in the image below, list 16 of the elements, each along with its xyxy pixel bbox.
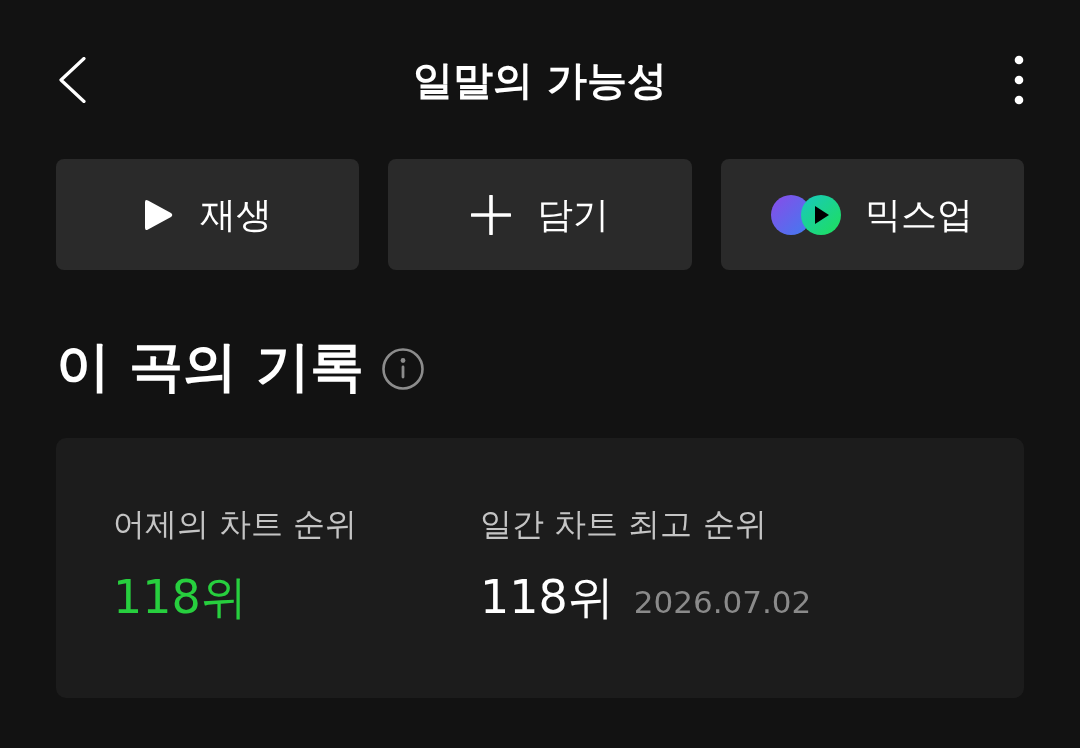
section-title: 이 곡의 기록 — [56, 334, 364, 400]
plus-icon — [471, 194, 511, 235]
record-date: 2026.07.02 — [633, 583, 812, 622]
back-button[interactable] — [56, 56, 88, 104]
mixup-icon — [771, 194, 842, 235]
rank-value: 118위 — [480, 569, 614, 626]
more-icon — [1014, 55, 1024, 105]
mixup-button[interactable]: 믹스업 — [720, 159, 1024, 270]
record-label: 일간 차트 최고 순위 — [480, 504, 767, 544]
add-button[interactable]: 담기 — [388, 159, 692, 270]
back-icon — [58, 57, 86, 103]
play-button[interactable]: 재생 — [56, 159, 360, 270]
page-title: 일말의 가능성 — [413, 56, 667, 104]
info-icon[interactable] — [381, 348, 424, 390]
record-label: 어제의 차트 순위 — [113, 504, 358, 544]
rank-value: 118위 — [113, 569, 247, 626]
